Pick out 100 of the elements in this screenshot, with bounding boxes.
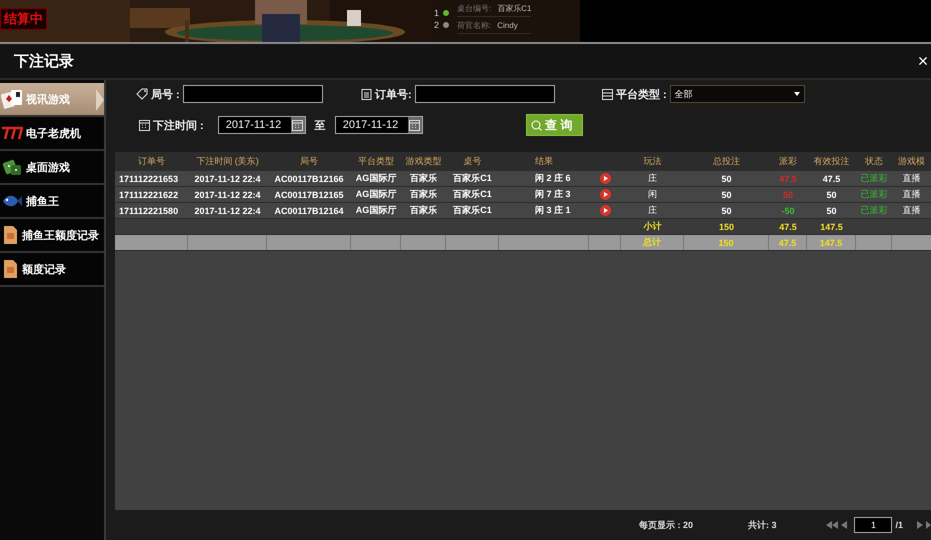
table-cell-text: 2017-11-12 22:4 (193, 190, 262, 200)
table-cell-text: AG国际厅 (354, 204, 398, 217)
document-icon (1, 225, 19, 245)
table-cell-text: 50 (825, 190, 838, 200)
road-number: 1 (434, 8, 440, 18)
total-label: 小计 (642, 220, 662, 233)
table-cell-text: 147.5 (819, 222, 844, 232)
field-label: 订单号: (375, 88, 412, 102)
table-cell-text: 47.5 (822, 174, 842, 184)
column-header: 下注时间 (美东) (195, 155, 260, 168)
table-cell-text: 50 (825, 206, 838, 216)
play-icon[interactable] (600, 173, 610, 184)
column-header: 总投注 (712, 155, 741, 168)
column-header: 状态 (864, 155, 884, 168)
play-icon[interactable] (600, 189, 610, 200)
info-label: 桌台编号: (457, 2, 492, 14)
table-cell-text: 闲 7 庄 3 (534, 188, 572, 201)
table-cell-text: 百家乐 (409, 188, 438, 201)
table-cell-text: 已派彩 (860, 188, 888, 201)
table-cell-text: 171112221622 (118, 190, 180, 200)
range-label: 至 (314, 118, 326, 132)
info-value: Cindy (497, 20, 518, 30)
table-cell-text: 2017-11-12 22:4 (193, 206, 262, 216)
page-size-label: 每页显示 : 20 (638, 518, 693, 532)
previous-page-icon[interactable] (841, 521, 848, 529)
page-input[interactable]: 1 (854, 517, 892, 533)
table-cell-text: 150 (718, 222, 736, 232)
slot-sevens-icon (1, 126, 23, 140)
table-cell-text: 已派彩 (860, 204, 888, 217)
table-cell-text: -50 (780, 206, 796, 216)
table-cell-text: AG国际厅 (354, 188, 398, 201)
table-cell-text: 百家乐C1 (452, 188, 493, 201)
table-cell-text: 171112221653 (118, 174, 180, 184)
field-label: 下注时间 : (153, 118, 204, 132)
field-label: 平台类型 : (616, 88, 667, 102)
table-cell: 150 (684, 235, 769, 250)
table-cell-text: 直播 (902, 172, 922, 185)
caret-icon (794, 92, 800, 96)
list-icon (602, 88, 613, 100)
table-cell-text: 百家乐C1 (452, 204, 493, 217)
next-page-icon[interactable] (917, 521, 923, 529)
clipboard-icon (361, 88, 372, 100)
close-button[interactable]: × (917, 52, 931, 70)
total-label: 总计 (621, 235, 684, 250)
table-cell-text: 百家乐 (409, 172, 438, 185)
column-header: 结果 (534, 155, 554, 168)
document-icon (1, 259, 19, 279)
table-cell-text: 50 (782, 190, 794, 200)
table-cell-text: 闲 2 庄 6 (534, 172, 572, 185)
table-cell-text: 直播 (902, 204, 922, 217)
table-cell-text: 直播 (902, 188, 922, 201)
date-field[interactable]: 2017-11-12 (218, 116, 306, 134)
tag-icon (136, 88, 148, 100)
table-cell: 147.5 (807, 235, 856, 250)
table-cell-text: AC00117B12166 (273, 174, 345, 184)
status-badge: 结算中 (0, 8, 47, 30)
column-header: 玩法 (642, 155, 662, 168)
info-label: 荷官名称: (457, 20, 492, 30)
input-field[interactable] (182, 85, 323, 103)
table-cell-text: 47.5 (778, 222, 798, 232)
calendar-icon (139, 120, 150, 130)
last-page-icon[interactable] (926, 521, 931, 529)
table-cell-text: AC00117B12164 (273, 206, 345, 216)
fish-icon (1, 193, 23, 209)
play-icon[interactable] (600, 205, 610, 216)
total-count: 共计: 3 (748, 518, 776, 532)
table-cell-text: 2017-11-12 22:4 (193, 174, 262, 184)
date-field[interactable]: 2017-11-12 (334, 116, 423, 134)
table-cell-text: 百家乐 (409, 204, 438, 217)
table-cell-text: 闲 (647, 188, 658, 201)
column-header: 平台类型 (357, 155, 395, 168)
search-icon (531, 120, 542, 130)
dialog-title: 下注记录 (14, 52, 74, 70)
playing-cards-icon (1, 88, 23, 110)
table-cell-text: 闲 3 庄 1 (534, 204, 572, 217)
column-header: 游戏类型 (404, 155, 442, 168)
info-value: 百家乐C1 (497, 2, 532, 14)
sidebar-item[interactable]: 额度记录 (0, 253, 104, 287)
sidebar-item[interactable]: 捕鱼王额度记录 (0, 219, 104, 253)
calendar-icon (292, 120, 304, 130)
table-cell: 47.5 (769, 235, 807, 250)
column-header: 有效投注 (812, 155, 850, 168)
calendar-icon (409, 120, 420, 130)
table-cell-text: 庄 (647, 204, 658, 217)
table-cell-text: 50 (720, 190, 732, 200)
table-cell-text: 百家乐C1 (452, 172, 493, 185)
column-header: 订单号 (137, 155, 166, 168)
sidebar-item[interactable]: 电子老虎机 (0, 117, 104, 151)
page-count: /1 (895, 520, 903, 530)
sidebar-item[interactable]: 捕鱼王 (0, 185, 104, 219)
column-header: 桌号 (462, 155, 482, 168)
input-field[interactable] (414, 85, 555, 103)
platform-select[interactable]: 全部 (670, 85, 805, 103)
column-header: 游戏模 (897, 155, 926, 168)
table-cell-text: 50 (720, 206, 732, 216)
dice-icon (1, 157, 23, 177)
table-cell-text: AG国际厅 (354, 172, 398, 185)
sidebar-item[interactable]: 桌面游戏 (0, 151, 104, 185)
column-header: 局号 (299, 155, 319, 168)
first-page-icon[interactable] (826, 521, 838, 529)
